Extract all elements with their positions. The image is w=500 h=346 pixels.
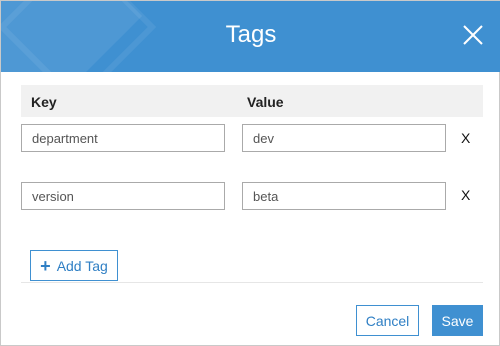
close-icon [463,25,483,45]
add-tag-button[interactable]: + Add Tag [30,250,118,281]
plus-icon: + [40,255,51,276]
dialog-title: Tags [225,21,277,48]
remove-tag-button[interactable]: X [461,130,470,146]
tags-dialog: Tags Key Value X X + Add Tag Cancel Save [0,0,500,346]
column-header-key: Key [31,94,57,110]
footer-divider [21,282,483,283]
dialog-header: Tags [1,1,500,72]
cancel-button[interactable]: Cancel [356,305,419,336]
save-button[interactable]: Save [432,305,483,336]
column-header-value: Value [247,94,284,110]
remove-tag-button[interactable]: X [461,187,470,203]
tag-key-input[interactable] [21,124,225,152]
close-button[interactable] [461,23,485,47]
tag-value-input[interactable] [242,182,446,210]
tag-key-input[interactable] [21,182,225,210]
tags-table-header: Key Value [21,85,483,117]
tag-value-input[interactable] [242,124,446,152]
add-tag-label: Add Tag [56,257,108,274]
